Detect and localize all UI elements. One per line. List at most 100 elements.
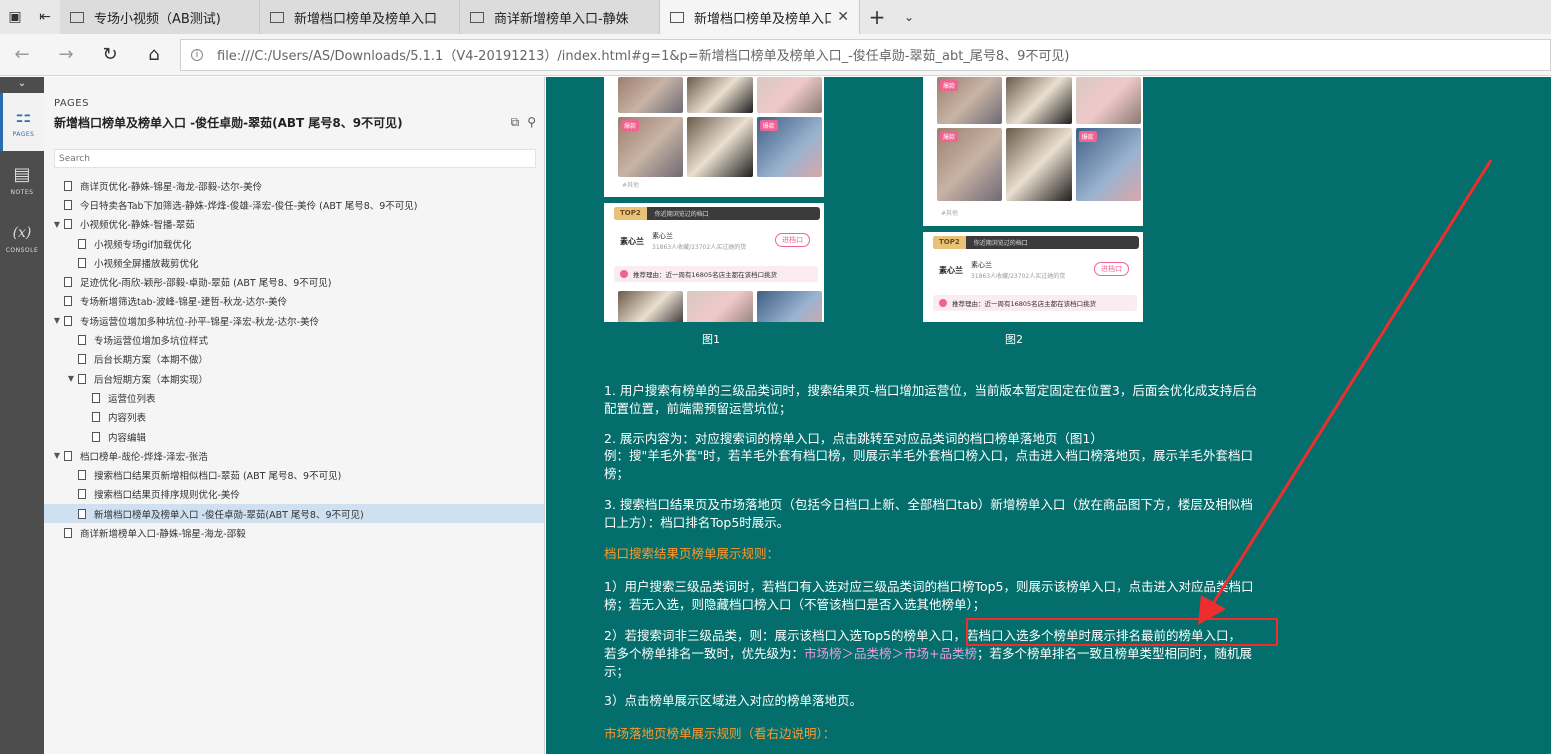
navigation-bar: ← → ↻ ⌂ i file:///C:/Users/AS/Downloads/… bbox=[0, 34, 1551, 76]
tab-4-active[interactable]: 新增档口榜单及榜单入口 ✕ bbox=[660, 0, 860, 34]
tree-node-label: 小视频全屏播放裁剪优化 bbox=[94, 258, 199, 270]
address-url: file:///C:/Users/AS/Downloads/5.1.1（V4-2… bbox=[217, 49, 1070, 64]
panel-section-label: PAGES bbox=[54, 98, 89, 109]
tab-bar: ▣ ⇤ 专场小视频（AB测试) 新增档口榜单及榜单入口 商详新增榜单入口-静姝 … bbox=[0, 0, 1551, 34]
page-icon bbox=[78, 238, 86, 249]
options-icon[interactable]: ⚲ bbox=[527, 115, 536, 130]
page-icon bbox=[64, 450, 72, 461]
close-tab-icon[interactable]: ✕ bbox=[837, 9, 849, 25]
page-icon bbox=[470, 11, 484, 23]
tree-node-label: 专场运营位增加多坑位样式 bbox=[94, 336, 209, 348]
tree-node-label: 专场新增筛选tab-波峰-锦星-建哲-秋龙-达尔-美伶 bbox=[80, 297, 288, 309]
tree-node-label: 足迹优化-雨欣-颖彤-邵毅-卓勋-翠茹 (ABT 尾号8、9不可见) bbox=[80, 278, 332, 290]
page-tree: 商详页优化-静姝-锦星-海龙-邵毅-达尔-美伶今日特卖各Tab下加筛选-静姝-烨… bbox=[44, 176, 544, 543]
page-icon bbox=[670, 11, 684, 23]
tree-node[interactable]: 运营位列表 bbox=[44, 388, 544, 407]
page-icon bbox=[78, 354, 86, 365]
tree-node-label: 搜索档口结果页新增相似档口-翠茹 (ABT 尾号8、9不可见) bbox=[94, 471, 342, 483]
page-icon bbox=[78, 508, 86, 519]
page-icon bbox=[64, 296, 72, 307]
tab-list-chevron-icon[interactable]: ⌄ bbox=[894, 0, 924, 34]
tree-node[interactable]: 小视频专场gif加载优化 bbox=[44, 234, 544, 253]
tree-node-label: 后台短期方案（本期实现） bbox=[94, 374, 209, 386]
tree-node[interactable]: 搜索档口结果页排序规则优化-美伶 bbox=[44, 485, 544, 504]
tree-node[interactable]: ▼ 后台短期方案（本期实现） bbox=[44, 369, 544, 388]
page-icon bbox=[64, 180, 72, 191]
page-icon bbox=[92, 412, 100, 423]
page-icon bbox=[64, 315, 72, 326]
page-icon bbox=[92, 431, 100, 442]
page-icon bbox=[78, 470, 86, 481]
tree-node-label: 新增档口榜单及榜单入口 -俊任卓勋-翠茹(ABT 尾号8、9不可见) bbox=[94, 509, 364, 521]
new-tab-icon[interactable]: + bbox=[860, 0, 894, 34]
tree-node[interactable]: 商详页优化-静姝-锦星-海龙-邵毅-达尔-美伶 bbox=[44, 176, 544, 195]
console-icon: (x) bbox=[12, 224, 32, 241]
tree-node-label: 内容列表 bbox=[108, 413, 147, 425]
tree-node-label: 小视频专场gif加载优化 bbox=[94, 239, 192, 251]
sitemap-icon: ⚏ bbox=[15, 105, 32, 127]
page-icon bbox=[92, 392, 100, 403]
tree-node[interactable]: 小视频全屏播放裁剪优化 bbox=[44, 253, 544, 272]
page-icon bbox=[78, 335, 86, 346]
tree-node[interactable]: 内容列表 bbox=[44, 408, 544, 427]
tree-node-label: 内容编辑 bbox=[108, 432, 147, 444]
tree-node-label: 小视频优化-静姝-智播-翠茹 bbox=[80, 220, 195, 232]
back-icon[interactable]: ← bbox=[0, 34, 44, 76]
expand-toggle-icon[interactable]: ▼ bbox=[52, 451, 62, 460]
panel-title: 新增档口榜单及榜单入口 -俊任卓勋-翠茹(ABT 尾号8、9不可见) bbox=[54, 116, 403, 130]
window-menu-icon[interactable]: ▣ bbox=[0, 0, 30, 34]
tree-node-label: 档口榜单-哉伦-烨烽-泽宏-张浩 bbox=[80, 451, 208, 463]
tree-node[interactable]: 专场运营位增加多坑位样式 bbox=[44, 330, 544, 349]
expand-toggle-icon[interactable]: ▼ bbox=[52, 316, 62, 325]
tab-back-icon[interactable]: ⇤ bbox=[30, 0, 60, 34]
left-rail: ⌄ ⚏ PAGES ▤ NOTES (x) CONSOLE bbox=[0, 77, 44, 754]
page-icon bbox=[70, 11, 84, 23]
page-icon bbox=[64, 277, 72, 288]
expand-toggle-icon[interactable]: ▼ bbox=[66, 374, 76, 383]
tree-node[interactable]: 搜索档口结果页新增相似档口-翠茹 (ABT 尾号8、9不可见) bbox=[44, 465, 544, 484]
tree-node-label: 商详页优化-静姝-锦星-海龙-邵毅-达尔-美伶 bbox=[80, 181, 263, 193]
page-icon bbox=[270, 11, 284, 23]
page-icon bbox=[64, 527, 72, 538]
tree-node-label: 商详新增榜单入口-静姝-锦星-海龙-邵毅 bbox=[80, 528, 246, 540]
refresh-icon[interactable]: ↻ bbox=[88, 34, 132, 76]
rail-console[interactable]: (x) CONSOLE bbox=[0, 209, 44, 267]
tree-node[interactable]: 商详新增榜单入口-静姝-锦星-海龙-邵毅 bbox=[44, 523, 544, 542]
search-input[interactable] bbox=[54, 149, 536, 168]
tree-node[interactable]: ▼ 专场运营位增加多种坑位-孙平-锦星-泽宏-秋龙-达尔-美伶 bbox=[44, 311, 544, 330]
tab-2[interactable]: 新增档口榜单及榜单入口 bbox=[260, 0, 460, 34]
info-icon[interactable]: i bbox=[191, 48, 203, 61]
tree-node[interactable]: 后台长期方案（本期不做） bbox=[44, 350, 544, 369]
expand-toggle-icon[interactable]: ▼ bbox=[52, 220, 62, 229]
tab-3[interactable]: 商详新增榜单入口-静姝 bbox=[460, 0, 660, 34]
tab-1[interactable]: 专场小视频（AB测试) bbox=[60, 0, 260, 34]
page-icon bbox=[78, 489, 86, 500]
tree-node-label: 专场运营位增加多种坑位-孙平-锦星-泽宏-秋龙-达尔-美伶 bbox=[80, 316, 320, 328]
collapse-chevron-icon[interactable]: ⌄ bbox=[0, 77, 44, 93]
annotation-arrow bbox=[1198, 159, 1493, 625]
prototype-content: 爆款 爆款 #其他 TOP2 你近期浏览过的档口 素心兰 素心兰 31863人收藏… bbox=[546, 77, 1551, 754]
page-icon bbox=[78, 257, 86, 268]
tree-node[interactable]: 内容编辑 bbox=[44, 427, 544, 446]
page-icon bbox=[64, 199, 72, 210]
home-icon[interactable]: ⌂ bbox=[132, 34, 176, 76]
tree-node[interactable]: 专场新增筛选tab-波峰-锦星-建哲-秋龙-达尔-美伶 bbox=[44, 292, 544, 311]
sitemap-panel: PAGES 新增档口榜单及榜单入口 -俊任卓勋-翠茹(ABT 尾号8、9不可见)… bbox=[44, 77, 545, 754]
forward-icon[interactable]: → bbox=[44, 34, 88, 76]
page-icon bbox=[64, 219, 72, 230]
page-icon bbox=[78, 373, 86, 384]
tree-node[interactable]: 足迹优化-雨欣-颖彤-邵毅-卓勋-翠茹 (ABT 尾号8、9不可见) bbox=[44, 272, 544, 291]
export-icon[interactable]: ⧉ bbox=[511, 115, 520, 130]
address-bar[interactable]: i file:///C:/Users/AS/Downloads/5.1.1（V4… bbox=[180, 38, 1551, 71]
rail-notes[interactable]: ▤ NOTES bbox=[0, 151, 44, 209]
tree-node-label: 今日特卖各Tab下加筛选-静姝-烨烽-俊雄-泽宏-俊任-美伶 (ABT 尾号8、… bbox=[80, 200, 418, 212]
tree-node[interactable]: ▼ 小视频优化-静姝-智播-翠茹 bbox=[44, 215, 544, 234]
tree-node-label: 后台长期方案（本期不做） bbox=[94, 355, 209, 367]
rail-pages[interactable]: ⚏ PAGES bbox=[0, 93, 44, 151]
tree-node[interactable]: 今日特卖各Tab下加筛选-静姝-烨烽-俊雄-泽宏-俊任-美伶 (ABT 尾号8、… bbox=[44, 195, 544, 214]
tree-node-label: 搜索档口结果页排序规则优化-美伶 bbox=[94, 490, 240, 502]
tree-node[interactable]: 新增档口榜单及榜单入口 -俊任卓勋-翠茹(ABT 尾号8、9不可见) bbox=[44, 504, 544, 524]
tree-node-label: 运营位列表 bbox=[108, 393, 156, 405]
panel-toolbar: ⧉ ⚲ bbox=[511, 115, 536, 130]
tree-node[interactable]: ▼ 档口榜单-哉伦-烨烽-泽宏-张浩 bbox=[44, 446, 544, 465]
